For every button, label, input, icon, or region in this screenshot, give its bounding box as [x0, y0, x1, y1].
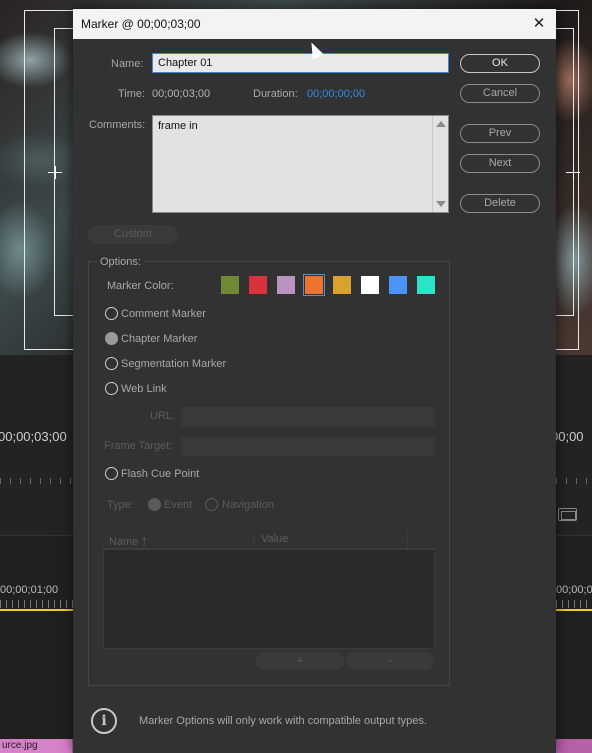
frame-target-field [181, 437, 435, 456]
name-label: Name: [111, 58, 144, 70]
comments-text: frame in [158, 120, 198, 132]
chapter-marker-label: Chapter Marker [121, 333, 198, 345]
marker-color-swatch[interactable] [389, 276, 407, 294]
comments-label: Comments: [89, 119, 146, 131]
remove-param-button: - [346, 652, 434, 670]
frame-target-label: Frame Target: [104, 440, 173, 452]
time-label: Time: [118, 88, 146, 100]
info-icon: i [91, 708, 117, 734]
web-link-label: Web Link [121, 383, 167, 395]
timeline-ruler-right [556, 600, 592, 608]
flash-cue-point-radio[interactable] [105, 467, 118, 480]
marker-color-swatch[interactable] [333, 276, 351, 294]
event-radio [148, 498, 161, 511]
timeline-clip[interactable]: urce.jpg [0, 739, 72, 753]
prev-button[interactable]: Prev [460, 124, 540, 143]
delete-button[interactable]: Delete [460, 194, 540, 213]
type-label: Type: [107, 499, 134, 511]
timeline-ruler-time-right: 00;00;07;0 [556, 584, 592, 596]
web-link-radio[interactable] [105, 382, 118, 395]
segmentation-marker-radio[interactable] [105, 357, 118, 370]
export-frame-icon[interactable] [558, 508, 577, 521]
scroll-down-arrow-icon[interactable] [436, 201, 446, 207]
crosshair-left-vertical [55, 166, 56, 179]
navigation-radio [205, 498, 218, 511]
url-field [181, 407, 435, 426]
comment-marker-label: Comment Marker [121, 308, 206, 320]
segmentation-marker-label: Segmentation Marker [121, 358, 227, 370]
comments-textarea[interactable]: frame in [152, 115, 449, 213]
comment-marker-radio[interactable] [105, 307, 118, 320]
marker-color-swatch[interactable] [277, 276, 295, 294]
marker-color-swatch[interactable] [361, 276, 379, 294]
dialog-titlebar: Marker @ 00;00;03;00 ✕ [73, 9, 556, 39]
duration-label: Duration: [253, 88, 298, 100]
timeline-ruler-time-left: 00;00;01;00 [0, 584, 59, 596]
event-label: Event [164, 499, 193, 511]
dialog-title: Marker @ 00;00;03;00 [81, 17, 201, 31]
close-icon[interactable]: ✕ [528, 13, 550, 35]
marker-color-swatch[interactable] [417, 276, 435, 294]
url-label: URL: [150, 410, 176, 422]
marker-dialog: Marker @ 00;00;03;00 ✕ Name: Time: 00;00… [73, 9, 556, 753]
column-divider-end [407, 531, 408, 549]
marker-color-swatch[interactable] [249, 276, 267, 294]
name-input[interactable] [152, 53, 449, 73]
column-divider [253, 531, 254, 549]
duration-value[interactable]: 00;00;00;00 [307, 88, 365, 100]
work-area-bar-left [0, 609, 73, 611]
options-legend: Options: [97, 256, 144, 268]
cue-params-header: Name 🡑 Value [103, 531, 435, 549]
playhead-timecode: 00;00;03;00 [0, 429, 67, 444]
marker-color-label: Marker Color: [107, 280, 174, 292]
timeline-ruler-left [0, 600, 75, 608]
monitor-ruler-left [0, 478, 80, 484]
work-area-bar-right [556, 609, 592, 611]
info-message: Marker Options will only work with compa… [139, 715, 427, 727]
crosshair-right-vertical [573, 166, 574, 179]
cue-params-list [103, 549, 435, 649]
navigation-label: Navigation [222, 499, 274, 511]
time-value: 00;00;03;00 [152, 88, 211, 100]
name-column-header-label: Name [109, 536, 139, 548]
chapter-marker-radio[interactable] [105, 332, 118, 345]
marker-color-swatch[interactable] [221, 276, 239, 294]
flash-cue-point-label: Flash Cue Point [121, 468, 200, 480]
scroll-up-arrow-icon[interactable] [436, 121, 446, 127]
monitor-ruler-right [556, 478, 592, 484]
ok-button[interactable]: OK [460, 54, 540, 73]
marker-color-swatch[interactable] [303, 274, 325, 296]
add-param-button: + [256, 652, 344, 670]
comments-scrollbar[interactable] [432, 116, 448, 212]
custom-button: Custom [88, 225, 178, 244]
value-column-header[interactable]: Value [261, 533, 288, 545]
next-button[interactable]: Next [460, 154, 540, 173]
sort-up-icon: 🡑 [141, 536, 148, 548]
cancel-button[interactable]: Cancel [460, 84, 540, 103]
